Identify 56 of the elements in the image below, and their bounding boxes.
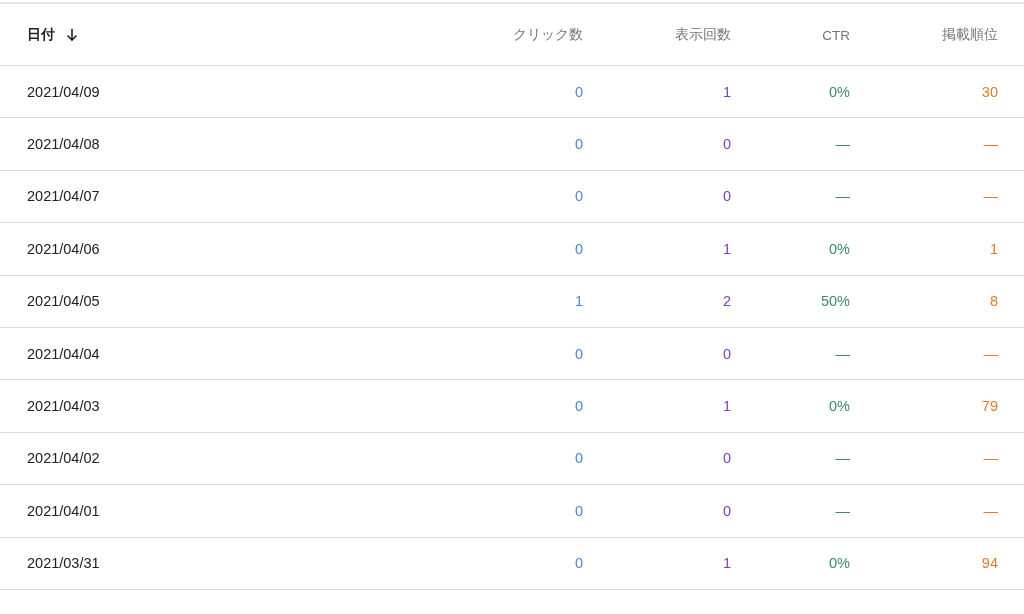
- table-cell: 2021/04/05: [27, 293, 100, 310]
- table-cell: —: [983, 136, 998, 153]
- table-cell: —: [983, 450, 998, 467]
- table-cell: 2021/04/02: [27, 450, 100, 467]
- sort-arrow-icon[interactable]: [65, 27, 79, 42]
- column-header[interactable]: CTR: [822, 27, 850, 43]
- table-cell: 94: [981, 555, 998, 572]
- table-cell: 0: [574, 345, 583, 362]
- table-cell: 1: [722, 398, 731, 415]
- table-cell: 1: [722, 240, 731, 257]
- table-cell: 0%: [829, 398, 850, 415]
- table-cell: 0: [574, 83, 583, 100]
- table-cell: 2021/04/01: [27, 502, 100, 519]
- table-cell: 0%: [829, 555, 850, 572]
- table-cell: 0%: [829, 240, 850, 257]
- table-cell: 0: [574, 398, 583, 415]
- table-cell: 30: [981, 83, 998, 100]
- column-header[interactable]: クリック数: [513, 26, 583, 42]
- table-cell: —: [835, 450, 850, 467]
- table-cell: 79: [981, 398, 998, 415]
- table-cell: 0: [574, 188, 583, 205]
- table-cell: —: [835, 188, 850, 205]
- table-cell: 2021/04/04: [27, 345, 100, 362]
- table-cell: 0: [574, 555, 583, 572]
- table-cell: —: [835, 136, 850, 153]
- table-cell: —: [983, 345, 998, 362]
- table-cell: 2021/04/06: [27, 240, 100, 257]
- table-cell: 0%: [829, 83, 850, 100]
- table-cell: 8: [989, 293, 998, 310]
- table-cell: —: [835, 345, 850, 362]
- table-cell: —: [983, 502, 998, 519]
- table-cell: 0: [722, 136, 731, 153]
- table-cell: 1: [574, 293, 583, 310]
- table-cell: 2021/04/07: [27, 188, 100, 205]
- table-cell: 2021/03/31: [27, 555, 100, 572]
- table-cell: 2021/04/08: [27, 136, 100, 153]
- table-cell: 0: [574, 136, 583, 153]
- table-cell: —: [835, 502, 850, 519]
- column-header[interactable]: 表示回数: [675, 26, 731, 42]
- column-header[interactable]: 日付: [27, 25, 55, 44]
- table-cell: 1: [989, 240, 998, 257]
- table-cell: 0: [574, 240, 583, 257]
- table-cell: 1: [722, 83, 731, 100]
- table-cell: 50%: [820, 293, 850, 310]
- table-cell: 2021/04/09: [27, 83, 100, 100]
- table-cell: 0: [722, 345, 731, 362]
- table-cell: 0: [722, 450, 731, 467]
- table-cell: —: [983, 188, 998, 205]
- table-cell: 2021/04/03: [27, 398, 100, 415]
- table-cell: 2: [722, 293, 731, 310]
- column-header[interactable]: 掲載順位: [942, 26, 998, 42]
- table-cell: 0: [574, 450, 583, 467]
- table-cell: 1: [722, 555, 731, 572]
- table-cell: 0: [722, 502, 731, 519]
- table-cell: 0: [574, 502, 583, 519]
- table-cell: 0: [722, 188, 731, 205]
